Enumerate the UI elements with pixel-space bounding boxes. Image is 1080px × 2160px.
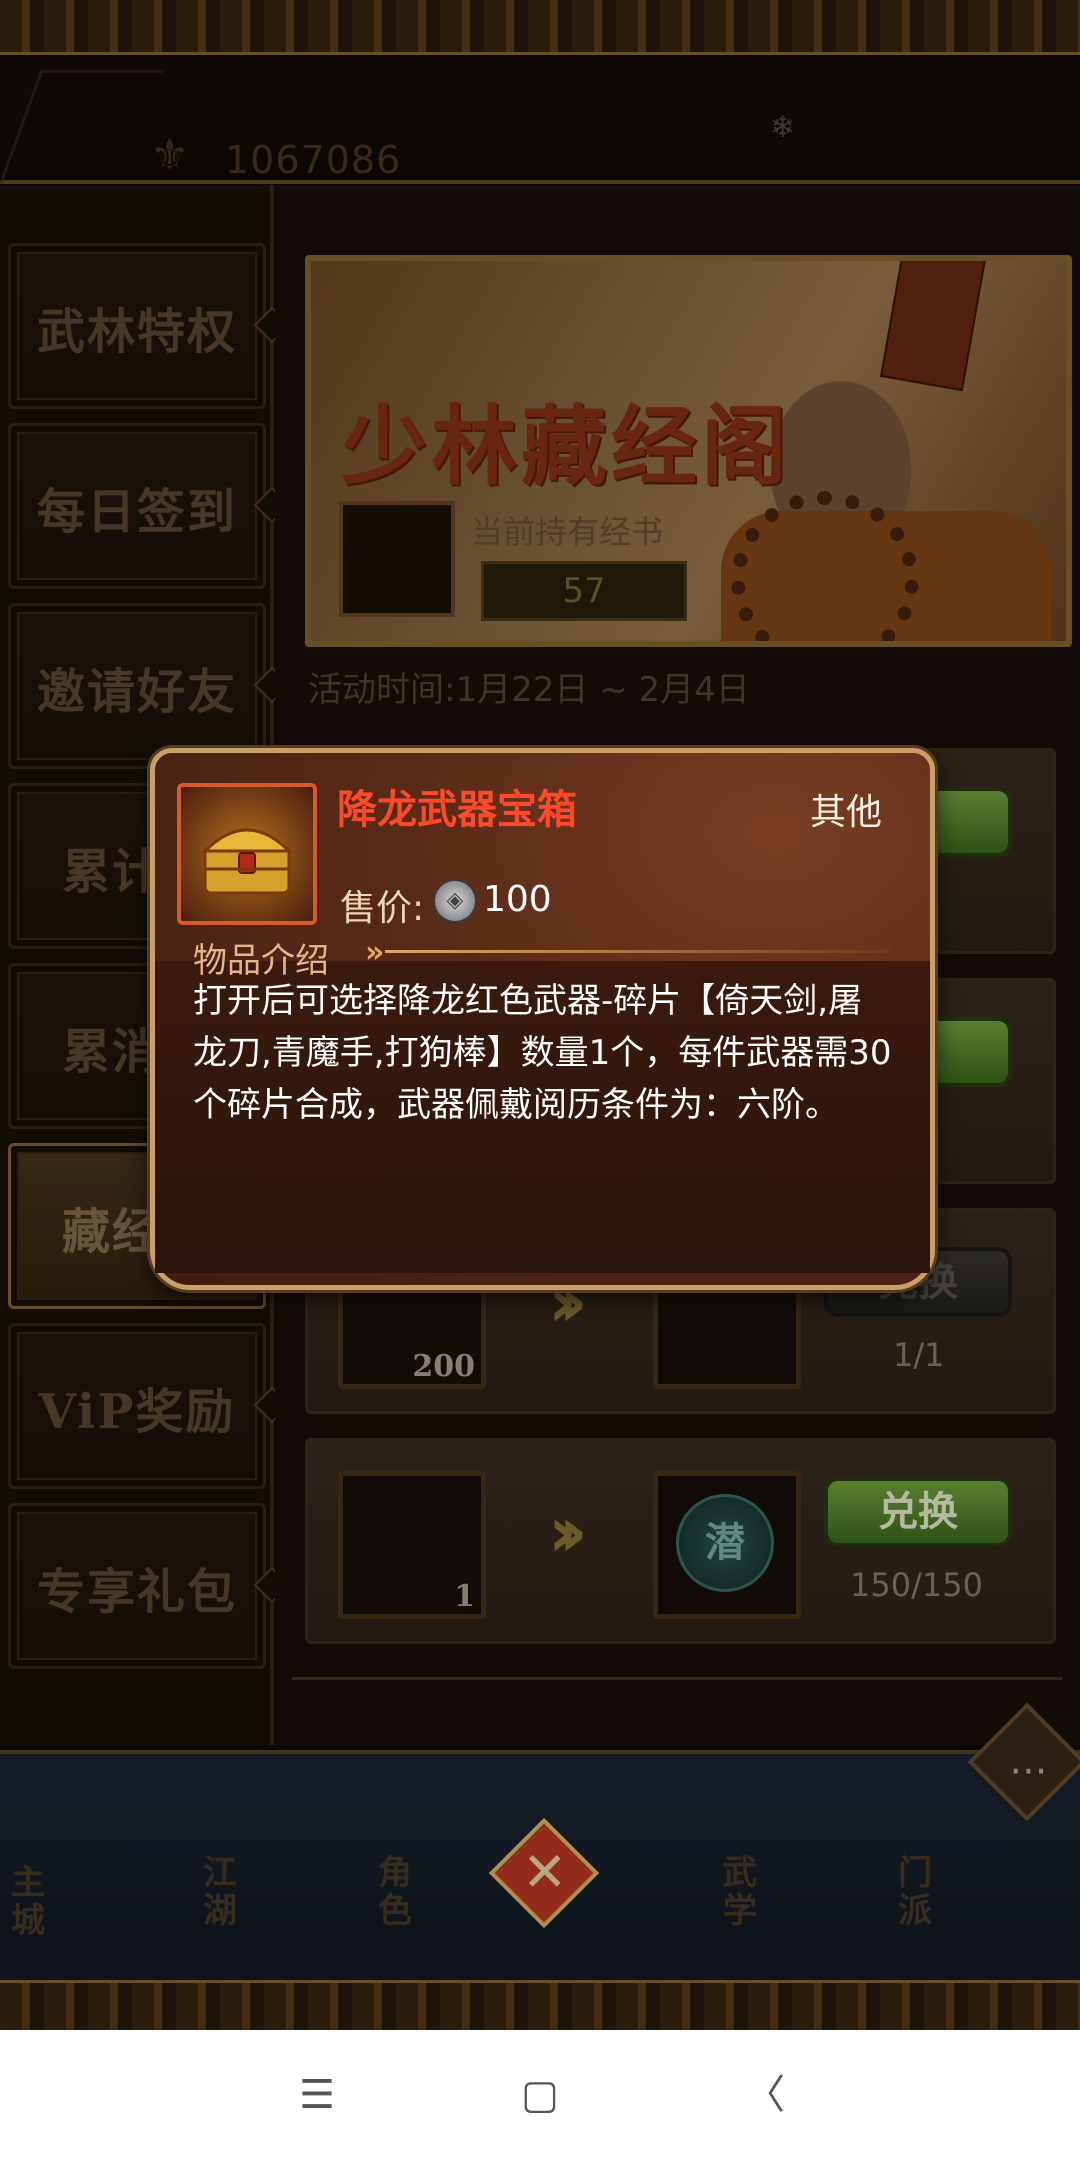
item-type: 其他 (809, 792, 882, 833)
item-name: 降龙武器宝箱 (337, 787, 577, 833)
item-icon-frame (177, 783, 317, 925)
home-icon[interactable]: ▢ (510, 2065, 570, 2125)
back-icon[interactable]: 〈 (735, 2065, 795, 2125)
silver-coin-icon: ◈ (433, 879, 477, 923)
item-detail-popup: 降龙武器宝箱 其他 售价: ◈ 100 物品介绍 » 打开后可选择降龙红色武器-… (150, 748, 935, 1290)
price-value: 100 (483, 879, 552, 920)
price-label: 售价: (340, 888, 425, 929)
chevron-right-icon: » (365, 935, 385, 970)
item-description: 打开后可选择降龙红色武器-碎片【倚天剑,屠龙刀,青魔手,打狗棒】数量1个，每件武… (193, 981, 892, 1125)
treasure-chest-icon (201, 828, 293, 895)
intro-divider (385, 950, 890, 953)
menu-icon[interactable]: ☰ (287, 2065, 347, 2125)
android-navigation-bar: ☰ ▢ 〈 (0, 2030, 1080, 2160)
